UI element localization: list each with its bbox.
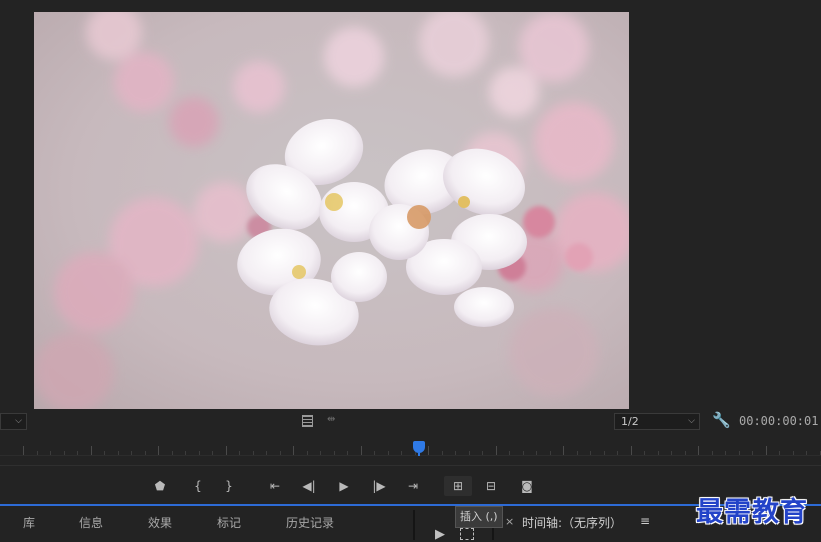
go-to-out-icon: ⇥ — [407, 479, 419, 493]
playhead-timecode[interactable]: 00:00:00:01 — [739, 414, 818, 428]
trim-arrows-icon[interactable]: ⇹ — [327, 414, 335, 425]
watermark-logo: 最需教育 — [696, 497, 808, 528]
mark-in-button[interactable]: { — [187, 476, 209, 496]
add-marker-button[interactable]: ⬟ — [149, 476, 171, 496]
insert-icon: ⊞ — [452, 479, 464, 493]
marker-icon: ⬟ — [154, 479, 166, 493]
cherry-blossom-photo — [34, 12, 629, 409]
chevron-down-icon: ⌵ — [15, 416, 22, 426]
mark-in-icon: { — [194, 479, 202, 493]
mark-out-icon: } — [225, 479, 233, 493]
tab-history[interactable]: 历史记录 — [286, 514, 334, 531]
resolution-dropdown[interactable]: 1/2 ⌵ — [614, 413, 700, 430]
insert-tooltip: 插入 (,) — [455, 506, 503, 528]
tab-effects[interactable]: 效果 — [148, 514, 172, 531]
step-forward-icon: |▶ — [372, 479, 386, 493]
mark-out-button[interactable]: } — [218, 476, 240, 496]
play-icon: ▶ — [339, 479, 349, 493]
export-frame-button[interactable]: ◙ — [516, 476, 538, 496]
tab-markers[interactable]: 标记 — [217, 514, 241, 531]
tab-libraries[interactable]: 库 — [23, 514, 35, 531]
step-forward-button[interactable]: |▶ — [368, 476, 390, 496]
track-select-icon[interactable] — [460, 528, 474, 540]
time-ruler[interactable] — [0, 432, 821, 456]
playhead-marker[interactable] — [413, 441, 425, 453]
panel-separator — [413, 510, 415, 540]
timeline-panel-title[interactable]: 时间轴:（无序列） — [522, 514, 622, 531]
insert-button[interactable]: ⊞ — [444, 476, 472, 496]
wrench-icon[interactable]: 🔧 — [712, 411, 731, 429]
go-to-out-button[interactable]: ⇥ — [402, 476, 424, 496]
tab-info[interactable]: 信息 — [79, 514, 103, 531]
go-to-in-button[interactable]: ⇤ — [264, 476, 286, 496]
chevron-down-icon: ⌵ — [688, 416, 695, 426]
overwrite-button[interactable]: ⊟ — [480, 476, 502, 496]
filmstrip-icon[interactable] — [302, 415, 313, 427]
timeline-close-button[interactable]: × — [505, 515, 514, 528]
overwrite-icon: ⊟ — [485, 479, 497, 493]
divider — [0, 465, 821, 466]
camera-icon: ◙ — [521, 479, 533, 493]
step-back-button[interactable]: ◀| — [298, 476, 320, 496]
resolution-value: 1/2 — [621, 415, 639, 428]
program-monitor-preview — [34, 12, 629, 409]
playhead-line — [418, 453, 420, 456]
zoom-dropdown[interactable]: ⌵ — [0, 413, 27, 430]
panel-menu-icon[interactable]: ≡ — [640, 514, 650, 528]
step-back-icon: ◀| — [302, 479, 316, 493]
go-to-in-icon: ⇤ — [269, 479, 281, 493]
play-button[interactable]: ▶ — [333, 476, 355, 496]
ruler-baseline — [0, 455, 821, 456]
